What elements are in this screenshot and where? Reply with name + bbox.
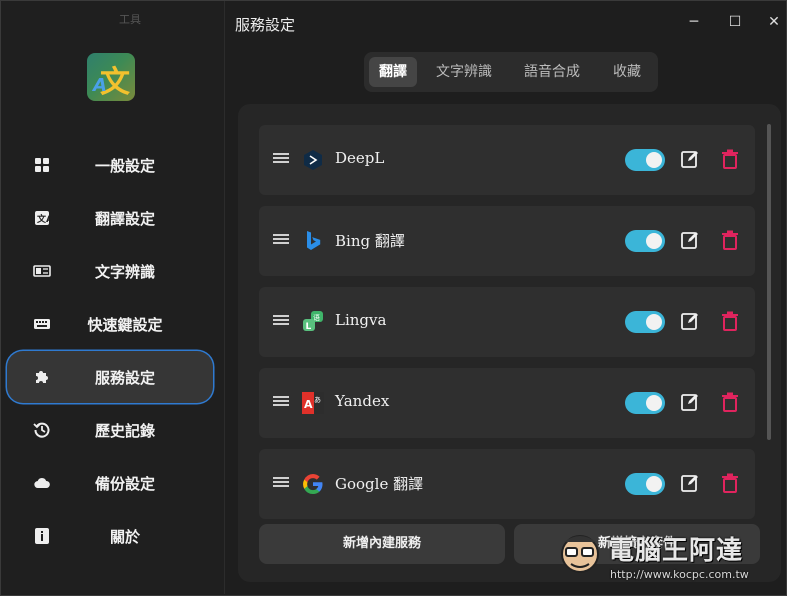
edit-icon[interactable] bbox=[680, 311, 700, 331]
sidebar-top-label: 工具 bbox=[119, 13, 141, 26]
sidebar: 工具 文A 一般設定 文A 翻譯設定 文字辨識 快速鍵設定 服務設定 歷史記錄 … bbox=[1, 1, 225, 594]
nav-item-label: 文字辨識 bbox=[94, 262, 155, 281]
nav-item-service[interactable]: 服務設定 bbox=[7, 351, 213, 403]
ocr-icon bbox=[33, 265, 51, 277]
edit-icon[interactable] bbox=[680, 149, 700, 169]
edit-icon[interactable] bbox=[680, 392, 700, 412]
drag-handle-icon[interactable] bbox=[273, 234, 289, 246]
drag-handle-icon[interactable] bbox=[273, 396, 289, 408]
service-row: DeepL bbox=[259, 125, 755, 195]
watermark-text: 電腦王阿達 bbox=[608, 536, 744, 566]
edit-icon[interactable] bbox=[680, 230, 700, 250]
svg-text:あ: あ bbox=[314, 396, 321, 404]
deepl-logo bbox=[304, 150, 322, 170]
drag-handle-icon[interactable] bbox=[273, 153, 289, 165]
service-toggle[interactable] bbox=[625, 149, 665, 171]
edit-icon[interactable] bbox=[680, 473, 700, 493]
nav-item-label: 一般設定 bbox=[94, 156, 155, 175]
delete-icon[interactable] bbox=[721, 473, 739, 493]
service-row: Aあ Yandex bbox=[259, 368, 755, 438]
nav-item-history[interactable]: 歷史記錄 bbox=[7, 404, 213, 456]
service-name: DeepL bbox=[335, 149, 385, 167]
service-toggle[interactable] bbox=[625, 392, 665, 414]
tab-translate[interactable]: 翻譯 bbox=[369, 57, 417, 87]
cloud-icon bbox=[34, 477, 50, 489]
delete-icon[interactable] bbox=[721, 149, 739, 169]
tab-ocr[interactable]: 文字辨識 bbox=[428, 57, 500, 87]
nav-item-about[interactable]: 關於 bbox=[7, 510, 213, 562]
delete-icon[interactable] bbox=[721, 311, 739, 331]
app-logo: 文A bbox=[87, 53, 135, 101]
drag-handle-icon[interactable] bbox=[273, 477, 289, 489]
page-title: 服務設定 bbox=[235, 16, 296, 34]
keyboard-icon bbox=[34, 319, 50, 329]
nav-item-label: 歷史記錄 bbox=[94, 421, 155, 440]
yandex-logo: Aあ bbox=[302, 392, 324, 414]
tab-collection[interactable]: 收藏 bbox=[604, 57, 650, 87]
service-list-panel: DeepL Bing 翻譯 语L Lingva Aあ Yandex Google… bbox=[238, 104, 781, 582]
delete-icon[interactable] bbox=[721, 392, 739, 412]
nav-item-label: 服務設定 bbox=[94, 368, 155, 387]
add-builtin-service-button[interactable]: 新增內建服務 bbox=[259, 524, 505, 564]
tab-tts[interactable]: 語音合成 bbox=[516, 57, 588, 87]
nav-item-translate[interactable]: 文A 翻譯設定 bbox=[7, 192, 213, 244]
service-toggle[interactable] bbox=[625, 311, 665, 333]
svg-text:文A: 文A bbox=[36, 213, 51, 225]
service-toggle[interactable] bbox=[625, 473, 665, 495]
nav-item-label: 備份設定 bbox=[94, 474, 155, 493]
nav-item-label: 快速鍵設定 bbox=[87, 315, 163, 334]
minimize-button[interactable]: ─ bbox=[685, 13, 703, 31]
delete-icon[interactable] bbox=[721, 230, 739, 250]
nav-item-ocr[interactable]: 文字辨識 bbox=[7, 245, 213, 297]
grid-icon bbox=[35, 158, 49, 172]
google-logo bbox=[303, 474, 323, 495]
service-toggle[interactable] bbox=[625, 230, 665, 252]
svg-text:A: A bbox=[304, 398, 313, 411]
translate-icon: 文A bbox=[35, 211, 51, 225]
watermark: 電腦王阿達 http://www.kocpc.com.tw bbox=[556, 528, 782, 588]
bing-logo bbox=[307, 231, 321, 250]
service-name: Bing 翻譯 bbox=[335, 232, 405, 250]
maximize-button[interactable]: ☐ bbox=[726, 13, 744, 31]
nav-item-label: 關於 bbox=[109, 527, 140, 546]
nav-item-hotkey[interactable]: 快速鍵設定 bbox=[7, 298, 213, 350]
watermark-url: http://www.kocpc.com.tw bbox=[610, 568, 749, 581]
nav-item-general[interactable]: 一般設定 bbox=[7, 139, 213, 191]
service-name: Yandex bbox=[335, 392, 390, 410]
service-row: Google 翻譯 bbox=[259, 449, 755, 519]
svg-text:L: L bbox=[306, 322, 312, 332]
mascot-icon bbox=[561, 535, 599, 573]
service-name: Google 翻譯 bbox=[335, 475, 424, 493]
service-row: 语L Lingva bbox=[259, 287, 755, 357]
history-icon bbox=[33, 422, 50, 438]
main-content: 服務設定 ─ ☐ ✕ 翻譯 文字辨識 語音合成 收藏 DeepL Bing 翻譯 bbox=[225, 1, 786, 594]
puzzle-icon bbox=[36, 371, 48, 383]
lingva-logo: 语L bbox=[303, 311, 323, 332]
scrollbar[interactable] bbox=[767, 124, 771, 440]
service-name: Lingva bbox=[335, 311, 387, 329]
close-button[interactable]: ✕ bbox=[765, 13, 783, 31]
nav-item-label: 翻譯設定 bbox=[94, 209, 155, 228]
drag-handle-icon[interactable] bbox=[273, 315, 289, 327]
nav-item-backup[interactable]: 備份設定 bbox=[7, 457, 213, 509]
service-row: Bing 翻譯 bbox=[259, 206, 755, 276]
info-icon bbox=[35, 528, 49, 544]
tab-bar: 翻譯 文字辨識 語音合成 收藏 bbox=[364, 52, 658, 92]
